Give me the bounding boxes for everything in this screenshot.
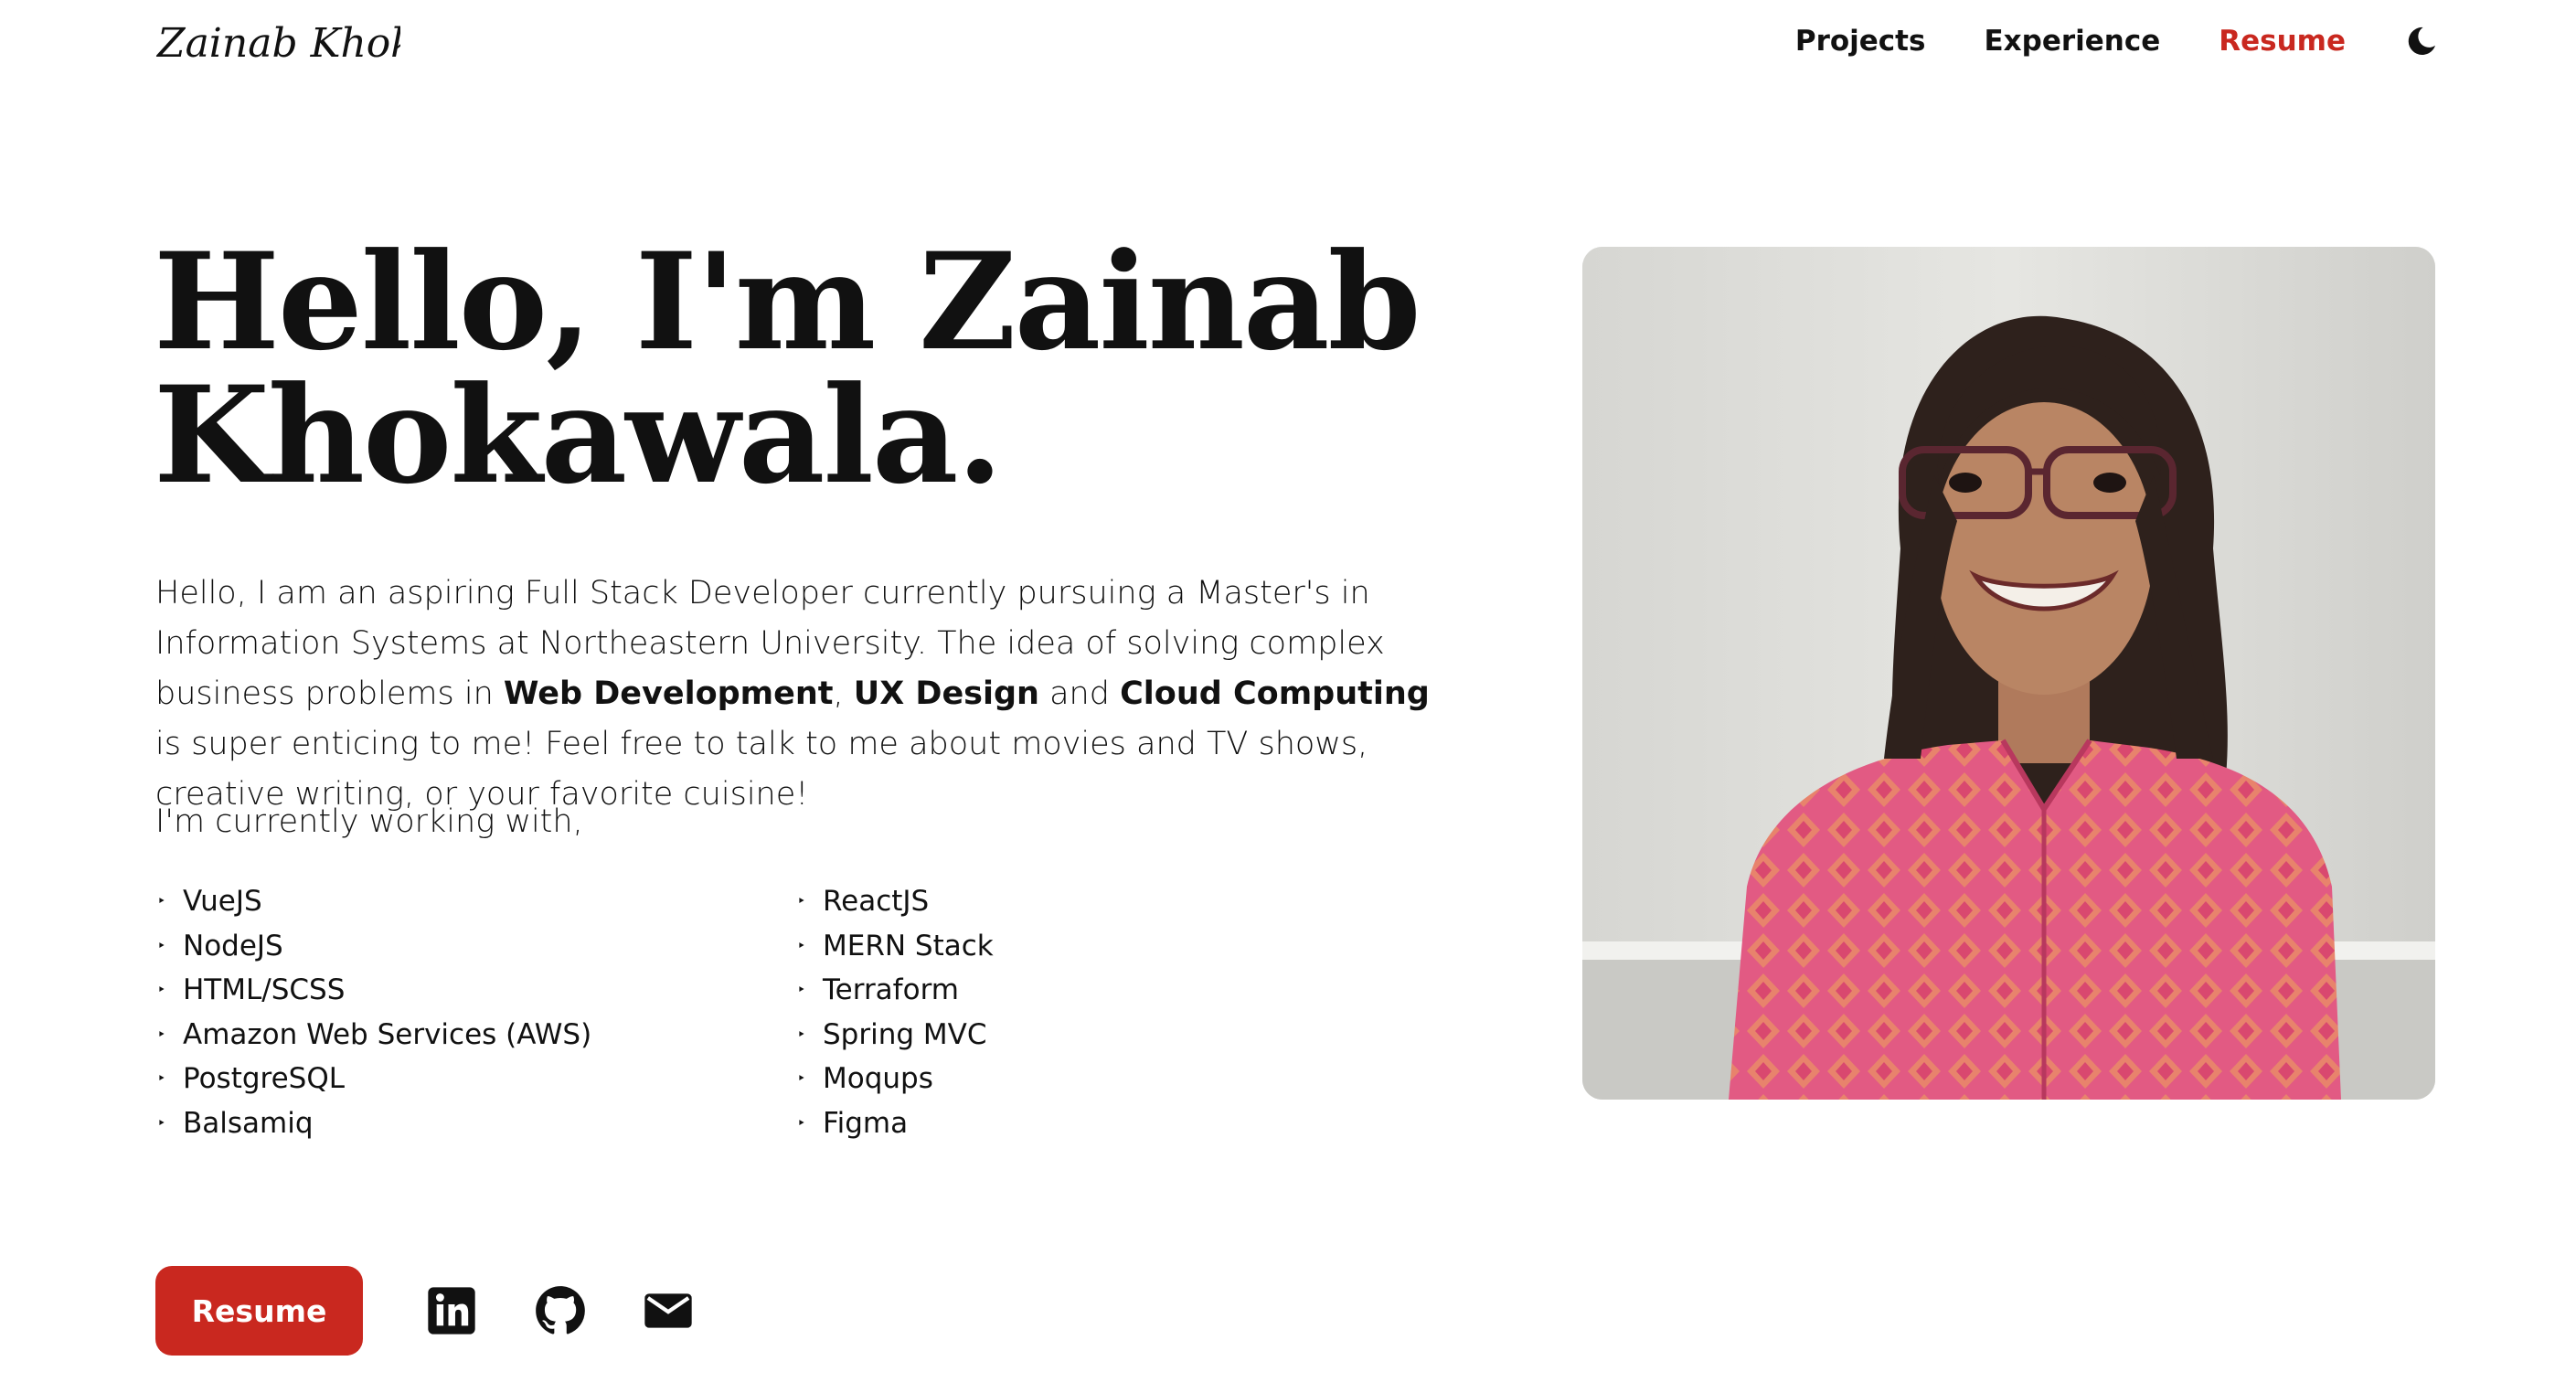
bullet-icon: ‣ bbox=[157, 1025, 166, 1043]
skill-item: ‣ PostgreSQL bbox=[157, 1057, 591, 1101]
intro-highlight-cloud-computing: Cloud Computing bbox=[1120, 675, 1430, 712]
skill-label: MERN Stack bbox=[823, 929, 994, 962]
working-with-label: I'm currently working with, bbox=[155, 803, 583, 840]
skill-label: PostgreSQL bbox=[183, 1062, 346, 1095]
skill-item: ‣ NodeJS bbox=[157, 924, 591, 969]
skill-label: ReactJS bbox=[823, 885, 930, 918]
github-icon bbox=[536, 1286, 585, 1335]
bullet-icon: ‣ bbox=[797, 892, 806, 909]
bullet-icon: ‣ bbox=[157, 1113, 166, 1132]
hero-title-line2: Khokawala. bbox=[154, 357, 1003, 514]
skill-item: ‣ HTML/SCSS bbox=[157, 968, 591, 1013]
bullet-icon: ‣ bbox=[797, 1113, 806, 1132]
skill-item: ‣ Figma bbox=[797, 1101, 994, 1146]
skill-item: ‣ MERN Stack bbox=[797, 924, 994, 969]
skills-list-right: ‣ ReactJS ‣ MERN Stack ‣ Terraform ‣ Spring … bbox=[797, 879, 994, 1145]
email-link[interactable] bbox=[643, 1285, 694, 1336]
skill-item: ‣ ReactJS bbox=[797, 879, 994, 924]
linkedin-link[interactable] bbox=[426, 1285, 477, 1336]
skills-list-left: ‣ VueJS ‣ NodeJS ‣ HTML/SCSS ‣ Amazon Web Se… bbox=[157, 879, 591, 1145]
skill-item: ‣ VueJS bbox=[157, 879, 591, 924]
email-icon bbox=[644, 1293, 692, 1328]
top-nav: Projects Experience Resume bbox=[1737, 16, 2439, 66]
hero-title: Hello, I'm Zainab Khokawala. bbox=[154, 236, 1525, 503]
bullet-icon: ‣ bbox=[157, 892, 166, 909]
nav-resume[interactable]: Resume bbox=[2219, 25, 2346, 58]
bullet-icon: ‣ bbox=[797, 981, 806, 998]
bullet-icon: ‣ bbox=[157, 981, 166, 998]
skill-item: ‣ Spring MVC bbox=[797, 1013, 994, 1058]
intro-paragraph: Hello, I am an aspiring Full Stack Devel… bbox=[155, 569, 1453, 820]
intro-highlight-ux-design: UX Design bbox=[853, 675, 1039, 712]
skill-label: VueJS bbox=[183, 885, 262, 918]
logo-text: Zainab Khokawala bbox=[155, 20, 400, 67]
moon-icon[interactable] bbox=[2404, 24, 2439, 58]
bullet-icon: ‣ bbox=[157, 1069, 166, 1087]
linkedin-icon bbox=[428, 1287, 475, 1335]
skill-label: Balsamiq bbox=[183, 1106, 314, 1140]
logo-signature[interactable]: Zainab Khokawala bbox=[154, 5, 400, 80]
skill-label: Figma bbox=[823, 1106, 909, 1140]
bullet-icon: ‣ bbox=[797, 1025, 806, 1043]
profile-photo-illustration bbox=[1582, 247, 2435, 1100]
skill-label: Spring MVC bbox=[823, 1017, 987, 1051]
resume-button[interactable]: Resume bbox=[155, 1266, 363, 1356]
intro-highlight-web-development: Web Development bbox=[503, 675, 834, 712]
skill-item: ‣ Balsamiq bbox=[157, 1101, 591, 1146]
skill-item: ‣ Terraform bbox=[797, 968, 994, 1013]
skill-label: Moqups bbox=[823, 1062, 933, 1095]
github-link[interactable] bbox=[535, 1285, 586, 1336]
bullet-icon: ‣ bbox=[797, 936, 806, 954]
nav-projects[interactable]: Projects bbox=[1795, 25, 1926, 58]
bullet-icon: ‣ bbox=[797, 1069, 806, 1087]
skill-label: Amazon Web Services (AWS) bbox=[183, 1017, 592, 1051]
intro-separator-2: and bbox=[1038, 675, 1121, 712]
intro-separator-1: , bbox=[833, 675, 854, 712]
nav-experience[interactable]: Experience bbox=[1984, 25, 2160, 58]
skill-label: Terraform bbox=[823, 973, 959, 1006]
skill-item: ‣ Moqups bbox=[797, 1057, 994, 1101]
bullet-icon: ‣ bbox=[157, 936, 166, 954]
skill-item: ‣ Amazon Web Services (AWS) bbox=[157, 1013, 591, 1058]
skill-label: HTML/SCSS bbox=[183, 973, 346, 1006]
skill-label: NodeJS bbox=[183, 929, 283, 962]
profile-photo bbox=[1582, 247, 2435, 1100]
